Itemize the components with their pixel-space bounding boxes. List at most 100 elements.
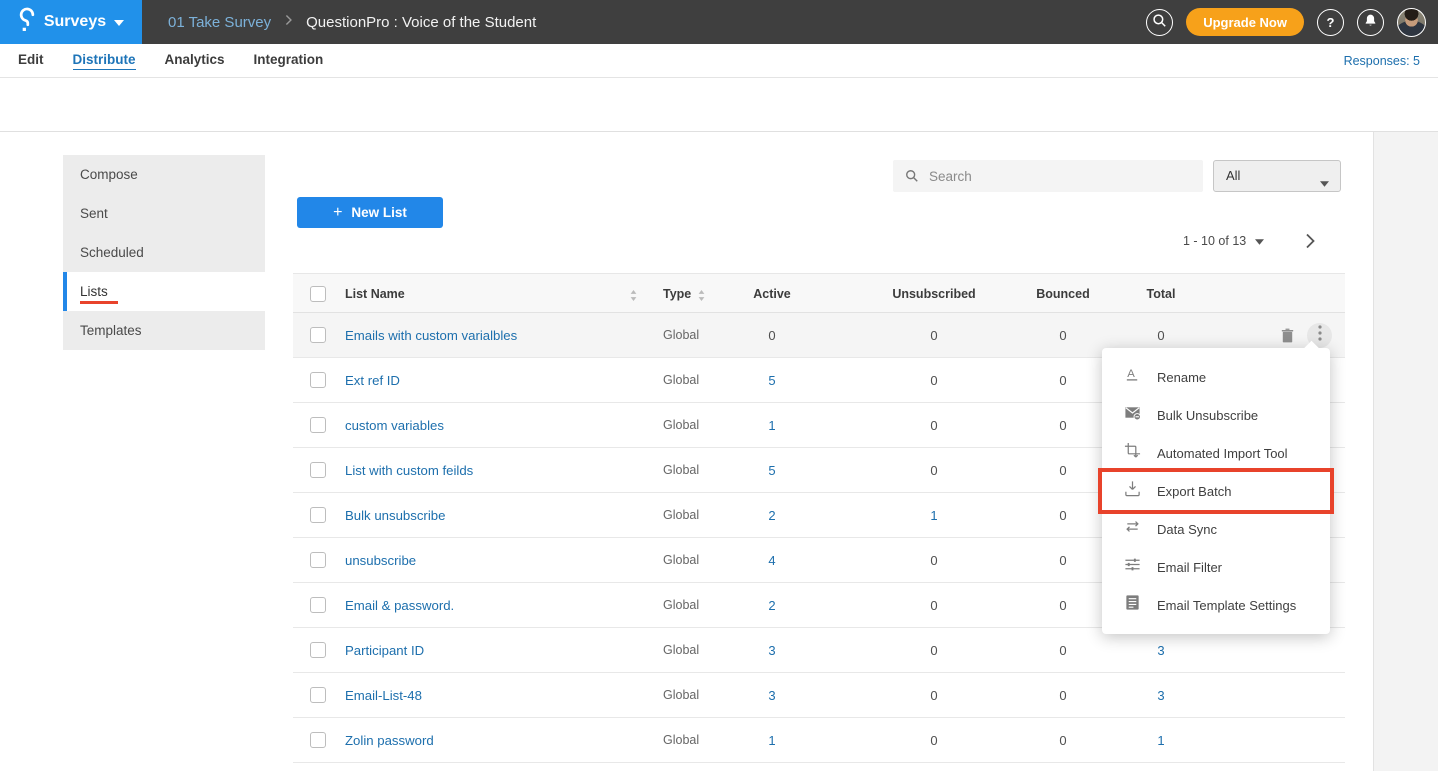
bounced-cell: 0 bbox=[1033, 448, 1093, 493]
active-cell[interactable]: 5 bbox=[742, 358, 802, 403]
menu-item-label: Bulk Unsubscribe bbox=[1157, 408, 1258, 423]
avatar[interactable] bbox=[1397, 8, 1426, 37]
caret-down-icon[interactable] bbox=[1255, 232, 1264, 250]
tab-edit[interactable]: Edit bbox=[18, 52, 44, 69]
type-cell: Global bbox=[663, 448, 699, 493]
product-switcher[interactable]: Surveys bbox=[0, 0, 142, 44]
type-cell: Global bbox=[663, 628, 699, 673]
top-actions: Upgrade Now ? bbox=[1146, 0, 1426, 44]
delete-list-button[interactable] bbox=[1281, 328, 1294, 348]
list-filter-dropdown[interactable]: All bbox=[1213, 160, 1341, 192]
sidebar-item-templates[interactable]: Templates bbox=[63, 311, 265, 350]
tab-distribute[interactable]: Distribute bbox=[73, 52, 136, 70]
unsubscribed-cell: 0 bbox=[884, 673, 984, 718]
distribute-toolbar: EmailEmbedShareCommunityAudienceMobile A… bbox=[0, 77, 1438, 132]
scrollbar-gutter[interactable] bbox=[1373, 132, 1438, 771]
pagination-range[interactable]: 1 - 10 of 13 bbox=[1183, 234, 1246, 248]
list-name-link[interactable]: custom variables bbox=[345, 403, 444, 448]
notifications-button[interactable] bbox=[1357, 9, 1384, 36]
row-checkbox[interactable] bbox=[310, 327, 326, 343]
search-input[interactable] bbox=[927, 160, 1193, 192]
search-button[interactable] bbox=[1146, 9, 1173, 36]
active-cell[interactable]: 5 bbox=[742, 448, 802, 493]
list-name-link[interactable]: unsubscribe bbox=[345, 538, 416, 583]
sidebar-item-lists[interactable]: Lists bbox=[63, 272, 265, 311]
column-header-list-name[interactable]: List Name bbox=[345, 274, 405, 314]
row-checkbox[interactable] bbox=[310, 687, 326, 703]
menu-item-bulk-unsubscribe[interactable]: Bulk Unsubscribe bbox=[1102, 396, 1330, 434]
column-header-bounced[interactable]: Bounced bbox=[1033, 274, 1093, 314]
unsubscribed-cell: 0 bbox=[884, 628, 984, 673]
row-checkbox[interactable] bbox=[310, 462, 326, 478]
new-list-button[interactable]: + New List bbox=[297, 197, 443, 228]
menu-item-automated-import-tool[interactable]: Automated Import Tool bbox=[1102, 434, 1330, 472]
total-cell[interactable]: 1 bbox=[1131, 718, 1191, 763]
list-search bbox=[893, 160, 1203, 192]
column-header-active[interactable]: Active bbox=[742, 274, 802, 314]
total-cell[interactable]: 3 bbox=[1131, 628, 1191, 673]
list-name-link[interactable]: Participant ID bbox=[345, 628, 424, 673]
table-row: Participant IDGlobal3003 bbox=[293, 628, 1345, 673]
menu-item-export-batch[interactable]: Export Batch bbox=[1102, 472, 1330, 510]
chevron-right-icon bbox=[285, 13, 292, 31]
sidebar-item-scheduled[interactable]: Scheduled bbox=[63, 233, 265, 272]
question-mark-icon: ? bbox=[1327, 15, 1335, 30]
upgrade-now-button[interactable]: Upgrade Now bbox=[1186, 8, 1304, 36]
list-name-link[interactable]: List with custom feilds bbox=[345, 448, 473, 493]
sort-icon[interactable] bbox=[630, 288, 637, 306]
total-cell[interactable]: 3 bbox=[1131, 673, 1191, 718]
responses-count[interactable]: Responses: 5 bbox=[1344, 44, 1420, 77]
menu-item-email-template-settings[interactable]: Email Template Settings bbox=[1102, 586, 1330, 624]
breadcrumb-survey-link[interactable]: 01 Take Survey bbox=[168, 14, 271, 31]
row-checkbox[interactable] bbox=[310, 642, 326, 658]
select-all-checkbox[interactable] bbox=[310, 286, 326, 302]
list-name-link[interactable]: Zolin password bbox=[345, 718, 434, 763]
export-batch-icon bbox=[1124, 480, 1141, 502]
active-cell[interactable]: 2 bbox=[742, 583, 802, 628]
tab-integration[interactable]: Integration bbox=[254, 52, 324, 69]
context-menu: ARename Bulk Unsubscribe Automated Import … bbox=[1102, 348, 1330, 634]
active-cell[interactable]: 1 bbox=[742, 403, 802, 448]
row-checkbox[interactable] bbox=[310, 372, 326, 388]
type-cell: Global bbox=[663, 538, 699, 583]
list-name-link[interactable]: Email-List-48 bbox=[345, 673, 422, 718]
row-checkbox[interactable] bbox=[310, 597, 326, 613]
menu-item-rename[interactable]: ARename bbox=[1102, 358, 1330, 396]
search-icon bbox=[905, 169, 919, 188]
sidebar-item-compose[interactable]: Compose bbox=[63, 155, 265, 194]
sidebar-item-label: Sent bbox=[80, 206, 108, 221]
active-cell[interactable]: 3 bbox=[742, 628, 802, 673]
table-header: List Name Type Active Unsubscribed Bounc… bbox=[293, 273, 1345, 313]
row-checkbox[interactable] bbox=[310, 732, 326, 748]
type-cell: Global bbox=[663, 403, 699, 448]
list-name-link[interactable]: Emails with custom varialbles bbox=[345, 313, 517, 358]
menu-item-label: Email Filter bbox=[1157, 560, 1222, 575]
sidebar-item-sent[interactable]: Sent bbox=[63, 194, 265, 233]
automated-import-icon bbox=[1124, 442, 1141, 464]
bounced-cell: 0 bbox=[1033, 403, 1093, 448]
menu-item-email-filter[interactable]: Email Filter bbox=[1102, 548, 1330, 586]
tab-analytics[interactable]: Analytics bbox=[165, 52, 225, 69]
unsubscribed-cell: 0 bbox=[884, 358, 984, 403]
active-cell[interactable]: 3 bbox=[742, 673, 802, 718]
row-checkbox[interactable] bbox=[310, 552, 326, 568]
breadcrumb-page-title: QuestionPro : Voice of the Student bbox=[306, 14, 536, 31]
type-cell: Global bbox=[663, 313, 699, 358]
list-name-link[interactable]: Email & password. bbox=[345, 583, 454, 628]
list-name-link[interactable]: Bulk unsubscribe bbox=[345, 493, 445, 538]
column-header-unsubscribed[interactable]: Unsubscribed bbox=[884, 274, 984, 314]
help-button[interactable]: ? bbox=[1317, 9, 1344, 36]
row-checkbox[interactable] bbox=[310, 417, 326, 433]
sort-icon[interactable] bbox=[698, 288, 705, 306]
menu-item-data-sync[interactable]: Data Sync bbox=[1102, 510, 1330, 548]
active-cell[interactable]: 2 bbox=[742, 493, 802, 538]
column-header-total[interactable]: Total bbox=[1131, 274, 1191, 314]
next-page-button[interactable] bbox=[1305, 233, 1315, 249]
list-name-link[interactable]: Ext ref ID bbox=[345, 358, 400, 403]
bounced-cell: 0 bbox=[1033, 538, 1093, 583]
active-cell[interactable]: 4 bbox=[742, 538, 802, 583]
row-checkbox[interactable] bbox=[310, 507, 326, 523]
unsubscribed-cell[interactable]: 1 bbox=[884, 493, 984, 538]
column-header-type[interactable]: Type bbox=[663, 274, 691, 314]
active-cell[interactable]: 1 bbox=[742, 718, 802, 763]
